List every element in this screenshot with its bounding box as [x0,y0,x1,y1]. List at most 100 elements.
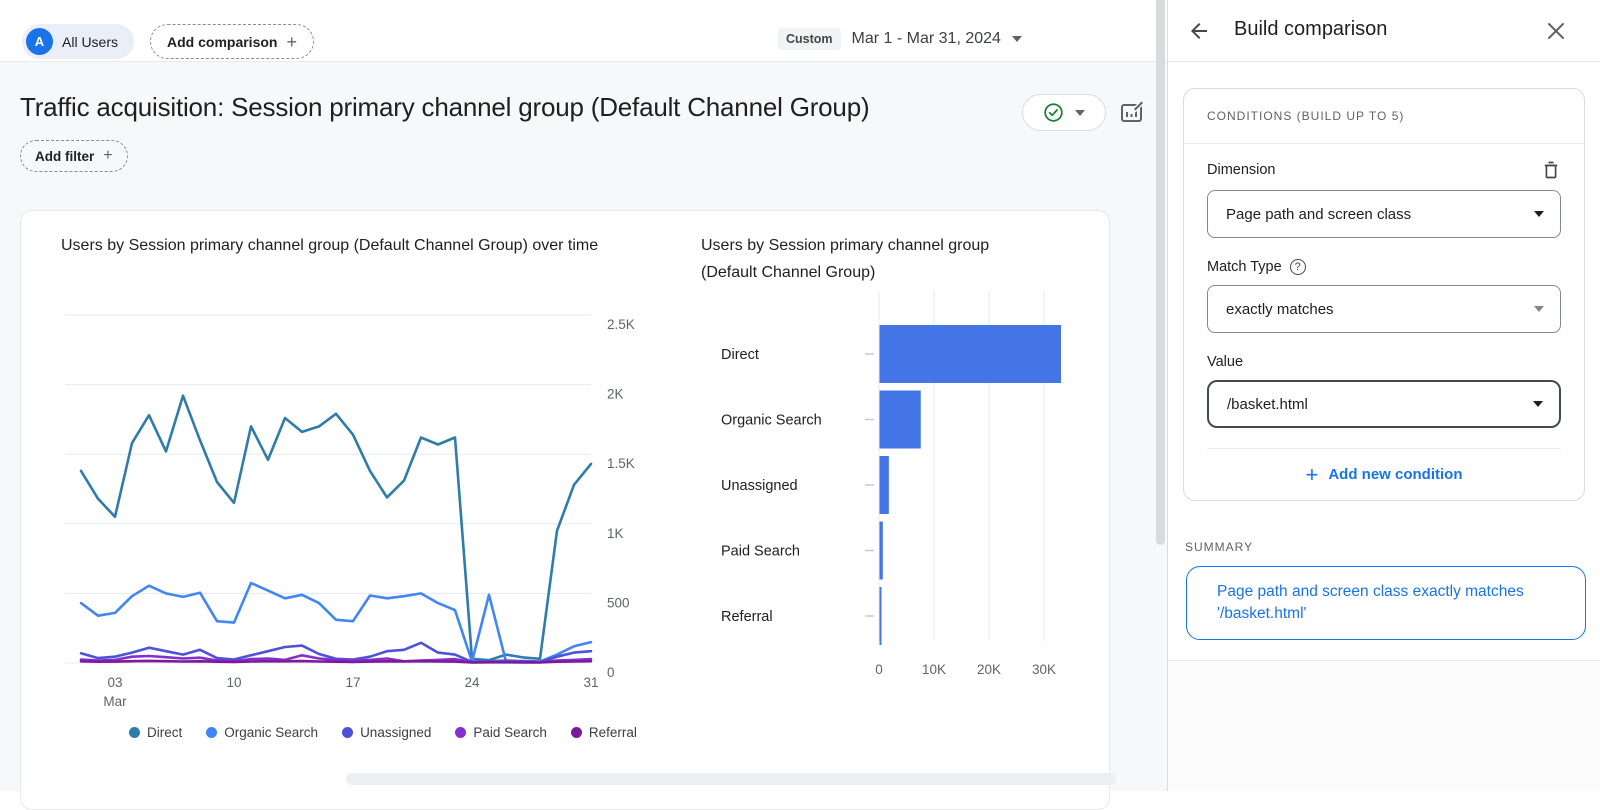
x-axis-label: 0 [875,662,883,677]
dimension-select-value: Page path and screen class [1226,206,1411,223]
main-report-area: A All Users Add comparison + Custom Mar … [0,0,1167,791]
summary-box: Page path and screen class exactly match… [1186,566,1586,640]
legend-label: Organic Search [224,725,318,740]
add-filter-label: Add filter [35,149,94,164]
add-new-condition-label: Add new condition [1328,466,1462,483]
line-chart-title: Users by Session primary channel group (… [61,232,601,259]
x-axis-label: 20K [977,662,1001,677]
bar-category-label: Organic Search [721,413,822,429]
chevron-down-icon [1534,306,1544,312]
chevron-down-icon [1534,211,1544,217]
all-users-avatar: A [26,28,53,55]
page-title: Traffic acquisition: Session primary cha… [20,92,869,123]
dimension-label: Dimension [1207,162,1276,178]
close-icon [1545,20,1567,42]
charts-card: Users by Session primary channel group (… [20,210,1110,810]
bar-category-label: Unassigned [721,478,798,494]
close-button[interactable] [1545,20,1567,42]
y-axis-label: 500 [607,595,630,610]
horizontal-scrollbar[interactable] [346,773,1116,785]
bar-direct [880,325,1062,383]
legend-item: Unassigned [342,725,431,740]
conditions-card: CONDITIONS (BUILD UP TO 5) Dimension Pag… [1183,88,1585,501]
chevron-down-icon [1012,36,1022,42]
panel-header: Build comparison [1168,0,1600,62]
legend-item: Referral [571,725,637,740]
x-axis-label: 03 [107,675,122,690]
conditions-header: CONDITIONS (BUILD UP TO 5) [1184,89,1584,144]
legend-label: Unassigned [360,725,431,740]
bar-chart-title: Users by Session primary channel group (… [701,232,1031,286]
chevron-down-icon [1075,110,1085,116]
panel-bottom-area [1168,661,1600,791]
x-axis-label: 10 [226,675,241,690]
x-axis-label: 31 [583,675,598,690]
trash-icon [1541,160,1561,180]
legend-item: Organic Search [206,725,318,740]
legend-dot-icon [342,727,353,738]
legend-dot-icon [206,727,217,738]
legend-item: Direct [129,725,182,740]
summary-header: SUMMARY [1185,540,1253,554]
x-axis-month-label: Mar [103,694,127,709]
add-comparison-button[interactable]: Add comparison + [150,24,314,59]
value-select-value: /basket.html [1227,396,1308,413]
plus-icon: + [286,33,297,51]
x-axis-label: 24 [464,675,480,690]
x-axis-label: 10K [922,662,946,677]
build-comparison-panel: Build comparison CONDITIONS (BUILD UP TO… [1167,0,1600,791]
edit-chart-icon [1118,98,1146,126]
legend-label: Direct [147,725,182,740]
help-icon[interactable]: ? [1290,259,1306,275]
add-new-condition-button[interactable]: + Add new condition [1207,448,1561,500]
delete-condition-button[interactable] [1541,160,1561,180]
add-filter-button[interactable]: Add filter + [20,140,128,172]
legend-dot-icon [129,727,140,738]
date-range-type-badge: Custom [778,28,841,50]
bar-category-label: Referral [721,609,773,625]
bar-referral [880,587,882,645]
y-axis-label: 1K [607,526,624,541]
bar-organic-search [880,391,921,449]
match-type-select-value: exactly matches [1226,301,1334,318]
match-type-select[interactable]: exactly matches [1207,285,1561,333]
bar-paid-search [880,522,883,580]
y-axis-label: 1.5K [607,456,635,471]
comparison-topbar: A All Users Add comparison + Custom Mar … [0,0,1167,62]
vertical-scrollbar-thumb[interactable] [1156,0,1165,545]
legend-dot-icon [455,727,466,738]
legend-label: Referral [589,725,637,740]
series-line-referral [81,661,591,663]
x-axis-label: 17 [345,675,360,690]
date-range-text: Mar 1 - Mar 31, 2024 [852,30,1001,48]
x-axis-label: 30K [1032,662,1056,677]
customize-report-button[interactable] [1118,98,1146,126]
back-arrow-icon [1187,19,1211,43]
add-comparison-label: Add comparison [167,34,277,50]
bar-category-label: Direct [721,347,759,363]
y-axis-label: 2K [607,387,624,402]
plus-icon: + [1305,464,1318,486]
date-range-selector[interactable]: Custom Mar 1 - Mar 31, 2024 [778,28,1022,50]
data-quality-button[interactable] [1022,94,1106,131]
panel-title: Build comparison [1234,18,1387,41]
legend-dot-icon [571,727,582,738]
legend-item: Paid Search [455,725,547,740]
value-select[interactable]: /basket.html [1207,380,1561,428]
bar-unassigned [880,456,889,514]
y-axis-label: 0 [607,665,615,680]
all-users-chip[interactable]: A All Users [22,24,134,59]
check-circle-icon [1043,102,1064,123]
dimension-select[interactable]: Page path and screen class [1207,190,1561,238]
match-type-label: Match Type [1207,259,1282,275]
plus-icon: + [103,148,112,164]
ga4-traffic-acquisition-screen: A All Users Add comparison + Custom Mar … [0,0,1600,791]
report-title-row: Traffic acquisition: Session primary cha… [20,92,869,123]
back-button[interactable] [1187,19,1211,43]
legend-label: Paid Search [473,725,547,740]
summary-text: Page path and screen class exactly match… [1217,581,1565,625]
y-axis-label: 2.5K [607,317,635,332]
all-users-label: All Users [62,34,118,50]
bar-chart: 0 10K 20K 30K Direct Organic Search Unassigned… [701,289,1096,694]
bar-category-label: Paid Search [721,544,800,560]
